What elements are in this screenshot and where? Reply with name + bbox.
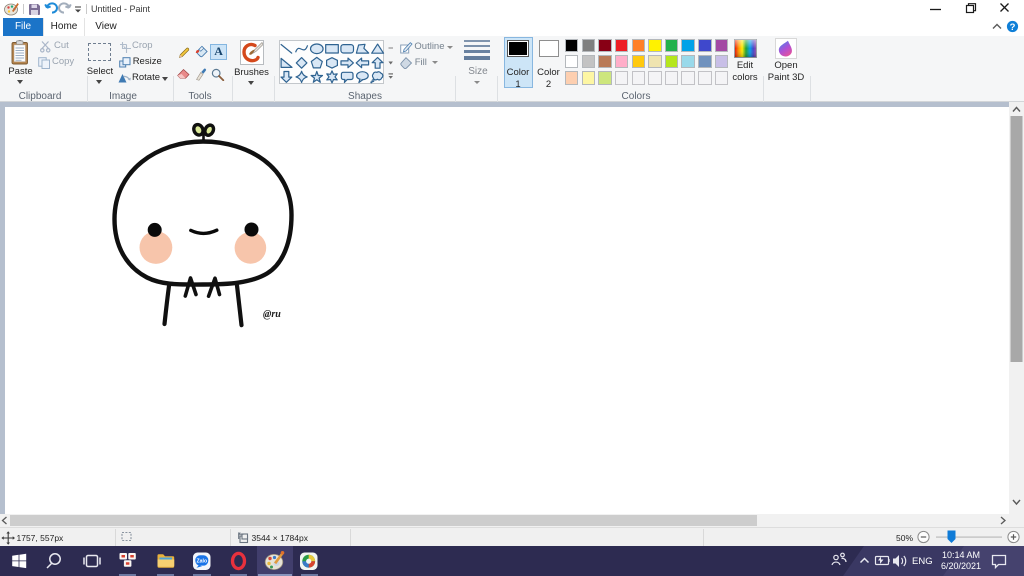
svg-text:@ru: @ru — [263, 309, 281, 320]
svg-text:Zalo: Zalo — [196, 559, 207, 565]
